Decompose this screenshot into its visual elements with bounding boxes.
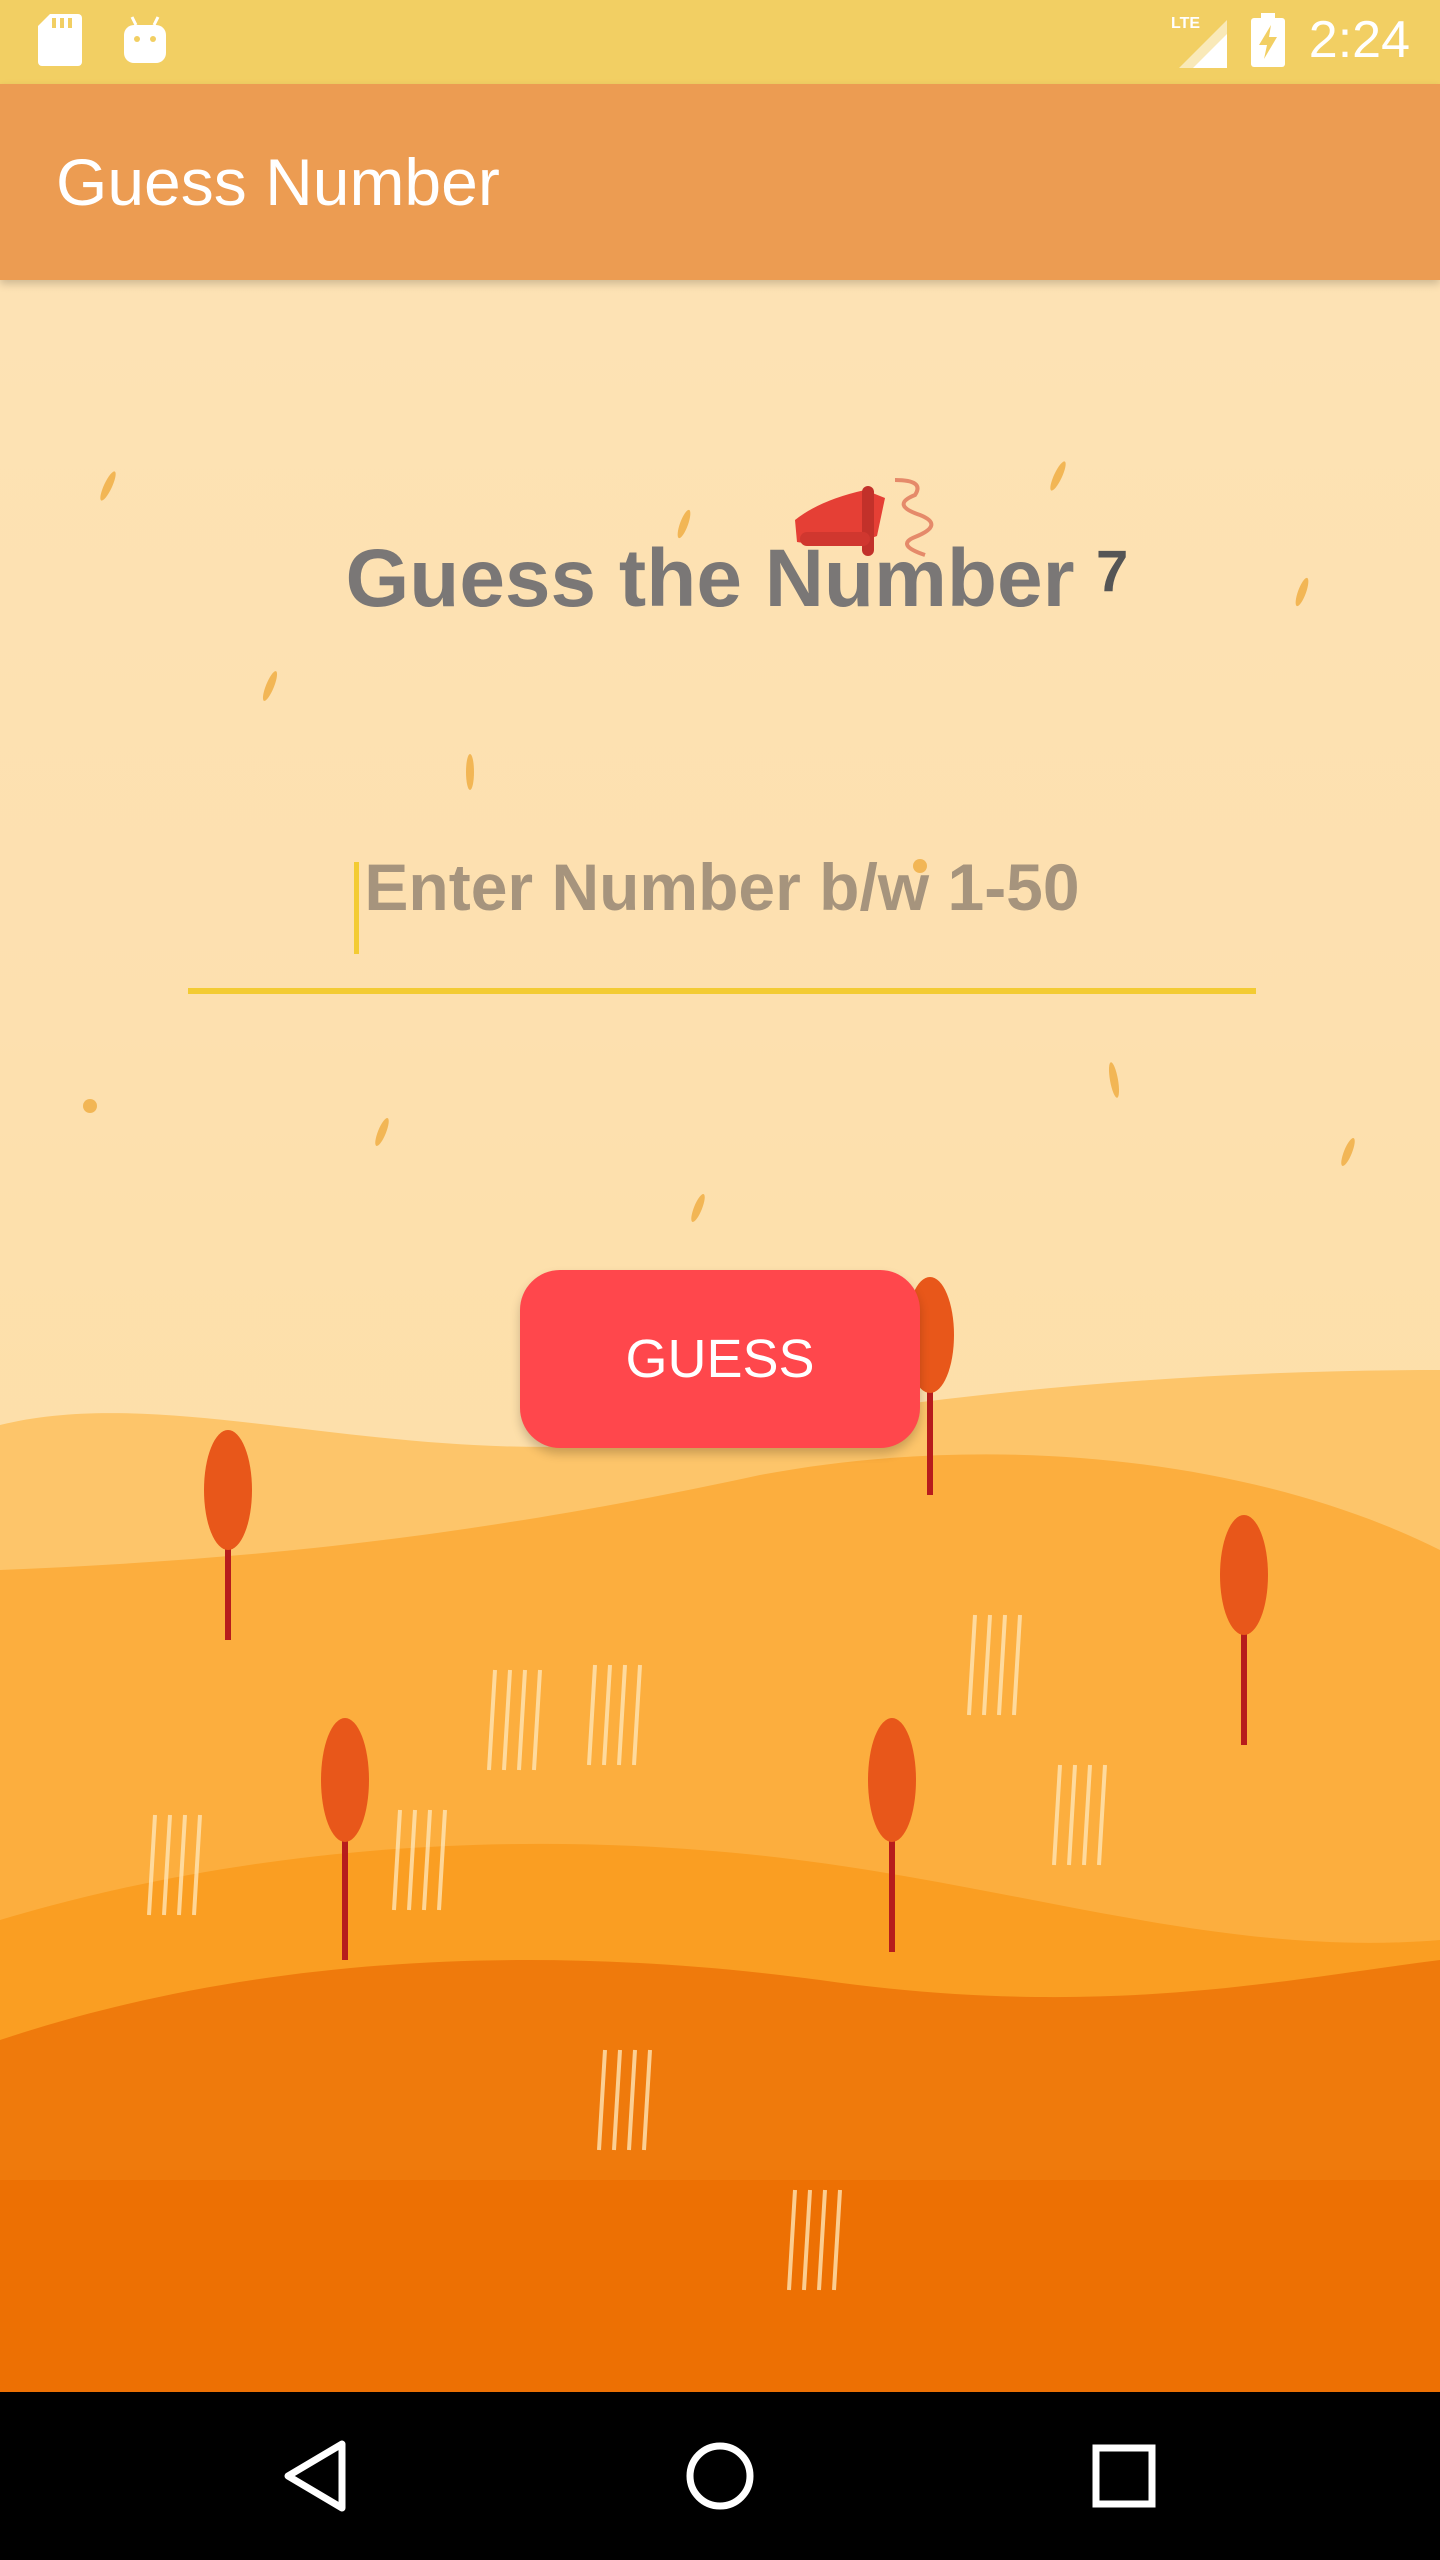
number-input-container: [188, 820, 1256, 994]
app-title: Guess Number: [56, 145, 500, 219]
navigation-bar: [0, 2392, 1440, 2560]
home-icon[interactable]: [680, 2436, 760, 2516]
back-icon[interactable]: [276, 2436, 356, 2516]
battery-charging-icon: [1250, 13, 1285, 67]
guess-button[interactable]: GUESS: [520, 1270, 920, 1448]
recents-icon[interactable]: [1084, 2436, 1164, 2516]
text-cursor: [354, 862, 359, 954]
app-bar: Guess Number: [0, 84, 1440, 280]
number-input[interactable]: [188, 820, 1256, 994]
heading: Guess the Number: [345, 533, 1075, 624]
signal-icon: LTE: [1171, 15, 1227, 68]
status-time: 2:24: [1308, 11, 1410, 69]
status-bar: LTE 2:24: [0, 0, 1440, 84]
heading-container: Guess the Number: [0, 532, 1440, 626]
superscript-number: 7: [1096, 539, 1129, 604]
android-icon: [124, 16, 166, 63]
sd-card-icon: [38, 14, 82, 66]
svg-text:LTE: LTE: [1171, 15, 1200, 32]
main-content: Guess the Number 7 GUESS: [0, 280, 1440, 2392]
